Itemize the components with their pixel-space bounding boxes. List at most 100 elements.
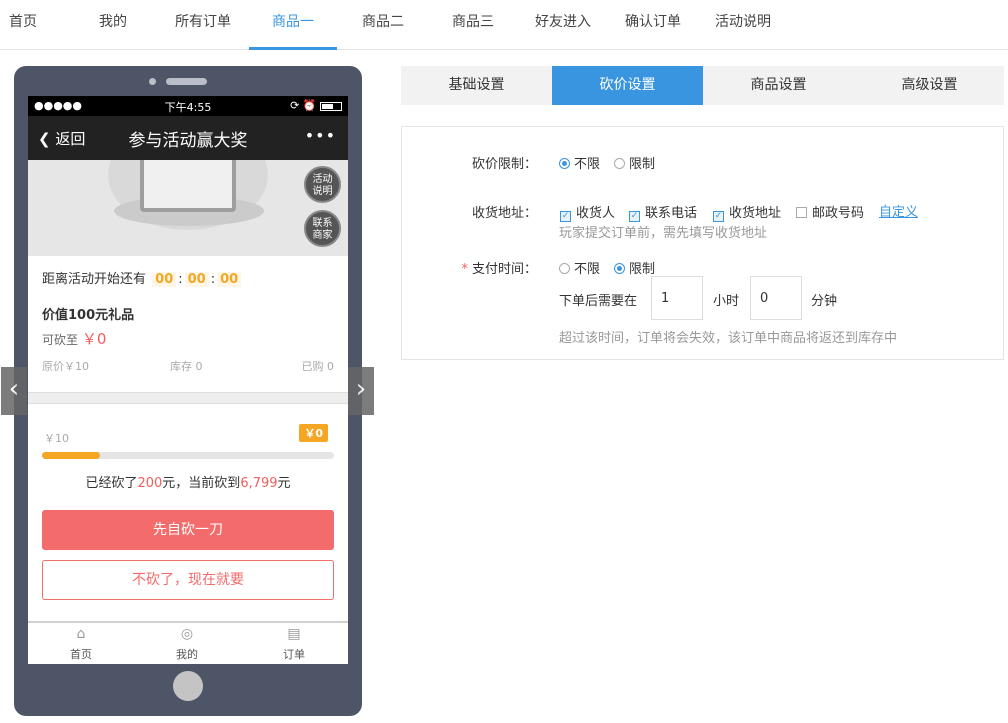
address-field-postcode-label: 邮政号码 <box>812 206 865 221</box>
countdown-minutes: 00 <box>184 272 209 287</box>
bargain-to-row: 可砍至 ￥0 <box>28 324 348 354</box>
self-bargain-button[interactable]: 先自砍一刀 <box>42 510 334 550</box>
activity-rules-button[interactable]: 活动 说明 <box>304 166 341 203</box>
tab-product-settings[interactable]: 商品设置 <box>703 66 854 105</box>
pay-time-prefix: 下单后需要在 <box>559 294 638 309</box>
radio-icon <box>614 263 625 274</box>
checkbox-icon: ✓ <box>560 211 571 222</box>
bargain-to-label: 可砍至 <box>42 333 79 347</box>
pay-time-unlimited[interactable]: 不限 <box>559 258 600 277</box>
order-icon: ▤ <box>287 626 301 642</box>
user-icon: ◎ <box>180 626 194 642</box>
contact-merchant-button[interactable]: 联系 商家 <box>304 210 341 247</box>
pay-time-label: * 支付时间： <box>461 258 537 277</box>
address-field-postcode[interactable]: 邮政号码 <box>796 202 864 221</box>
nav-tab-product-2[interactable]: 商品二 <box>351 0 415 50</box>
bargain-limit-limited-label: 限制 <box>629 157 656 172</box>
section-divider <box>28 392 348 404</box>
mobile-tab-orders-label: 订单 <box>283 648 305 661</box>
checkbox-icon: ✓ <box>713 211 724 222</box>
bargain-limit-unlimited[interactable]: 不限 <box>559 153 600 172</box>
progress-fill <box>42 452 101 459</box>
home-icon: ⌂ <box>76 626 86 642</box>
pay-time-limited-label: 限制 <box>629 262 656 277</box>
bargain-settings-panel: 砍价限制： 不限 限制 收货地址： ✓ 收货人 ✓ 联系电话 ✓ 收货地址 邮政号码 … <box>401 126 1004 360</box>
mobile-tab-orders[interactable]: ▤ 订单 <box>254 626 334 662</box>
pay-time-minutes-input[interactable] <box>750 276 802 320</box>
pay-time-unlimited-label: 不限 <box>574 262 601 277</box>
radio-icon <box>559 263 570 274</box>
product-name: 价值100元礼品 <box>42 308 135 323</box>
next-arrow-icon[interactable]: › <box>348 367 374 415</box>
summary-text-b: 元，当前砍到 <box>162 476 241 491</box>
summary-current: 6,799 <box>240 476 278 491</box>
tab-bargain-settings[interactable]: 砍价设置 <box>552 66 703 105</box>
radio-icon <box>559 158 570 169</box>
mobile-page-title: 参与活动赢大奖 <box>128 131 248 151</box>
progress-bar <box>42 452 334 459</box>
mobile-tab-mine[interactable]: ◎ 我的 <box>147 626 227 662</box>
address-field-address[interactable]: ✓ 收货地址 <box>713 202 781 222</box>
nav-tab-friend-entry[interactable]: 好友进入 <box>527 0 599 50</box>
prev-arrow-icon[interactable]: ‹ <box>1 367 27 415</box>
pay-time-limited[interactable]: 限制 <box>614 258 655 277</box>
nav-tab-all-orders[interactable]: 所有订单 <box>167 0 239 50</box>
original-price: 原价￥10 <box>42 360 89 373</box>
tab-advanced-settings[interactable]: 高级设置 <box>854 66 1005 105</box>
custom-field-link[interactable]: 自定义 <box>879 201 918 220</box>
phone-speaker <box>166 78 207 85</box>
pay-time-label-text: 支付时间： <box>471 262 537 277</box>
address-field-address-label: 收货地址 <box>729 206 782 221</box>
pay-time-hint: 超过该时间，订单将会失效，该订单中商品将返还到库存中 <box>559 331 898 346</box>
progress-start-price: ￥10 <box>44 432 69 445</box>
address-label: 收货地址： <box>471 206 537 221</box>
buy-now-button[interactable]: 不砍了，现在就要 <box>42 560 334 600</box>
address-field-receiver-label: 收货人 <box>576 206 616 221</box>
address-field-receiver[interactable]: ✓ 收货人 <box>560 202 615 222</box>
bargain-limit-limited[interactable]: 限制 <box>614 153 655 172</box>
bargain-limit-label: 砍价限制： <box>471 157 537 172</box>
nav-tab-activity-info[interactable]: 活动说明 <box>707 0 779 50</box>
battery-icon: ⟳ ⏰ <box>290 99 342 112</box>
progress-summary: 已经砍了200元，当前砍到6,799元 <box>28 472 348 491</box>
status-bar: ●●●●● 下午4:55 ⟳ ⏰ <box>28 96 348 116</box>
countdown-hours: 00 <box>152 272 177 287</box>
summary-text-c: 元 <box>277 476 291 491</box>
countdown-label: 距离活动开始还有 <box>42 272 147 287</box>
nav-tab-mine[interactable]: 我的 <box>90 0 136 50</box>
more-icon[interactable]: ••• <box>305 126 336 145</box>
nav-tab-confirm-order[interactable]: 确认订单 <box>617 0 689 50</box>
checkbox-icon <box>796 207 807 218</box>
hours-unit: 小时 <box>713 294 740 309</box>
radio-icon <box>614 158 625 169</box>
tab-basic-settings[interactable]: 基础设置 <box>401 66 552 105</box>
mobile-tab-home-label: 首页 <box>70 648 92 661</box>
minutes-unit: 分钟 <box>811 294 838 309</box>
phone-preview: ●●●●● 下午4:55 ⟳ ⏰ ❮ 返回 参与活动赢大奖 ••• 活动 说明 … <box>14 66 362 716</box>
mobile-tab-mine-label: 我的 <box>176 648 198 661</box>
countdown-seconds: 00 <box>217 272 242 287</box>
product-meta: 原价￥10 库存 0 已购 0 <box>28 354 348 378</box>
phone-camera <box>149 78 156 85</box>
pay-time-hours-input[interactable] <box>651 276 703 320</box>
nav-tab-product-3[interactable]: 商品三 <box>441 0 505 50</box>
gift-banner: 活动 说明 联系 商家 <box>28 160 348 256</box>
checkbox-icon: ✓ <box>629 211 640 222</box>
progress-end-flag: ￥0 <box>299 424 328 442</box>
bargain-to-price: ￥0 <box>81 330 107 348</box>
phone-screen: ●●●●● 下午4:55 ⟳ ⏰ ❮ 返回 参与活动赢大奖 ••• 活动 说明 … <box>28 96 348 664</box>
gift-box-icon <box>140 160 236 212</box>
summary-text-a: 已经砍了 <box>85 476 138 491</box>
mobile-tab-bar: ⌂ 首页 ◎ 我的 ▤ 订单 <box>28 621 348 664</box>
nav-tab-product-1[interactable]: 商品一 <box>249 0 337 50</box>
mobile-tab-home[interactable]: ⌂ 首页 <box>41 626 121 662</box>
mobile-title-bar: ❮ 返回 参与活动赢大奖 ••• <box>28 116 348 160</box>
bargain-progress: ￥10 ￥0 已经砍了200元，当前砍到6,799元 <box>28 404 348 504</box>
countdown: 距离活动开始还有 00:00:00 <box>28 256 348 296</box>
address-hint: 玩家提交订单前，需先填写收货地址 <box>559 226 768 241</box>
address-field-phone[interactable]: ✓ 联系电话 <box>629 202 697 222</box>
sold-count: 已购 0 <box>301 360 335 373</box>
settings-tabs: 基础设置 砍价设置 商品设置 高级设置 <box>401 66 1004 105</box>
nav-tab-home[interactable]: 首页 <box>0 0 46 50</box>
bargain-limit-unlimited-label: 不限 <box>574 157 601 172</box>
